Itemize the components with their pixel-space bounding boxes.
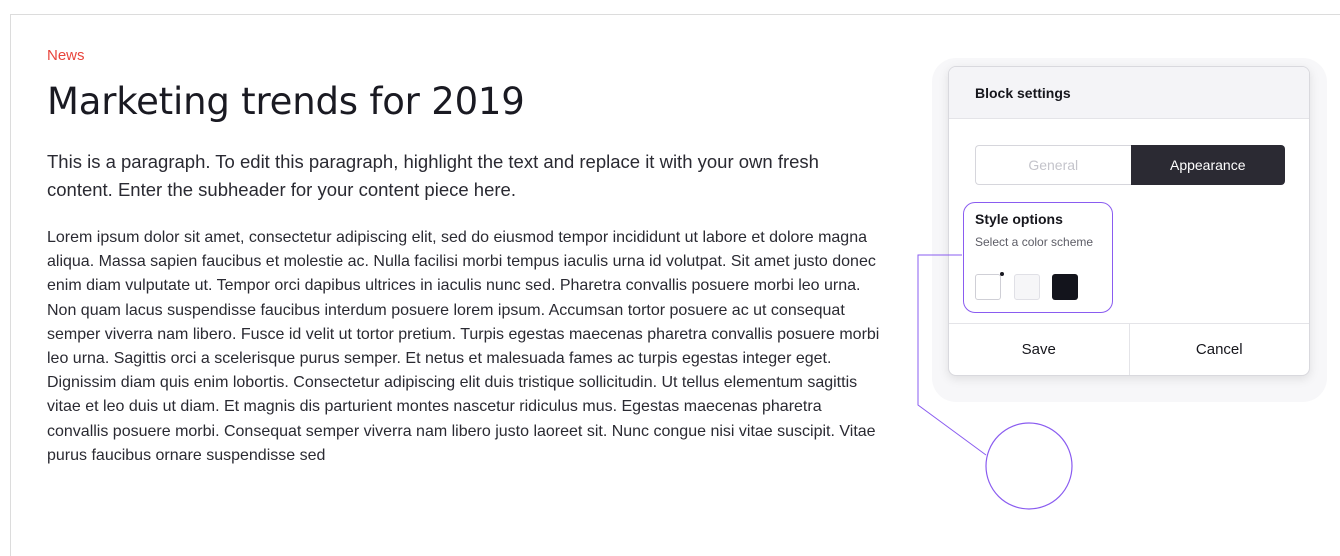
settings-tabs: General Appearance <box>975 145 1285 185</box>
cancel-button[interactable]: Cancel <box>1128 324 1310 375</box>
swatch-white[interactable] <box>975 274 1001 300</box>
style-options-group: Style options Select a color scheme <box>963 202 1113 313</box>
save-button[interactable]: Save <box>949 324 1129 375</box>
article-category[interactable]: News <box>47 46 887 66</box>
article-headline[interactable]: Marketing trends for 2019 <box>47 78 887 126</box>
swatch-black[interactable] <box>1052 274 1078 300</box>
panel-title: Block settings <box>975 84 1071 101</box>
tab-general[interactable]: General <box>975 145 1131 185</box>
style-options-title: Style options <box>975 211 1063 227</box>
panel-footer: Save Cancel <box>949 323 1309 375</box>
tab-appearance[interactable]: Appearance <box>1130 145 1285 185</box>
article-body[interactable]: Lorem ipsum dolor sit amet, consectetur … <box>47 226 887 468</box>
panel-header: Block settings <box>949 67 1309 119</box>
article: News Marketing trends for 2019 This is a… <box>47 46 887 468</box>
cursor-indicator <box>1000 272 1004 276</box>
swatch-light-gray[interactable] <box>1014 274 1040 300</box>
style-options-subtitle: Select a color scheme <box>975 235 1094 249</box>
block-settings-panel: Block settings General Appearance Style … <box>948 66 1310 376</box>
article-lede[interactable]: This is a paragraph. To edit this paragr… <box>47 148 887 204</box>
